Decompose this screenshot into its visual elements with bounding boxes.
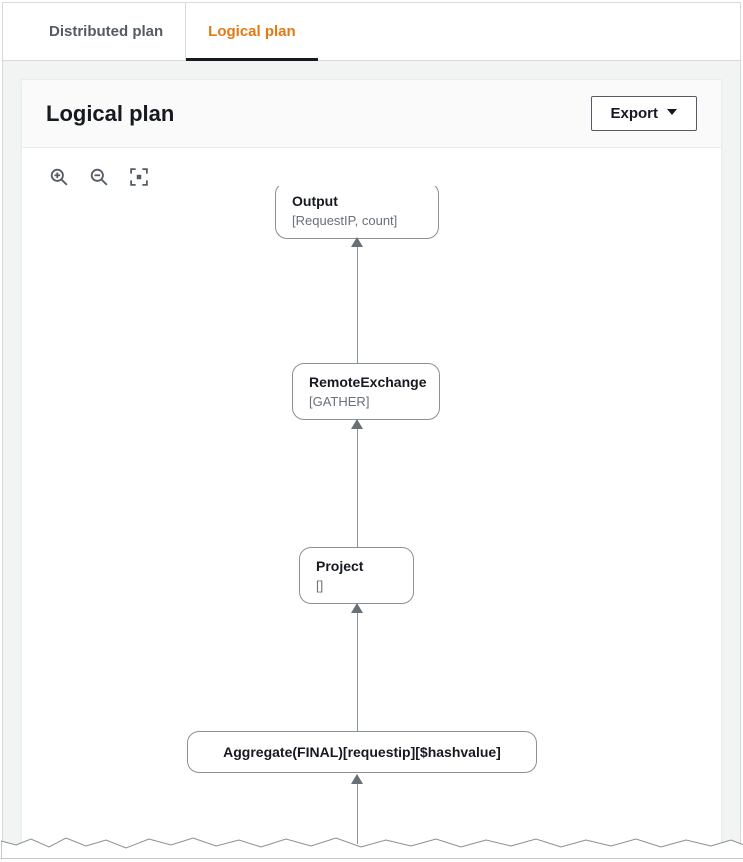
caret-down-icon	[666, 105, 678, 122]
edge-line	[357, 247, 358, 363]
node-subtitle: [RequestIP, count]	[292, 213, 422, 228]
fit-screen-icon[interactable]	[130, 168, 148, 186]
node-output[interactable]: Output [RequestIP, count]	[275, 186, 439, 239]
edge-line	[357, 429, 358, 547]
diagram-canvas[interactable]: Output [RequestIP, count] RemoteExchange…	[22, 186, 721, 856]
node-title: Aggregate(FINAL)[requestip][$hashvalue]	[204, 744, 520, 760]
node-subtitle: [GATHER]	[309, 394, 423, 409]
tab-distributed-plan[interactable]: Distributed plan	[27, 3, 186, 60]
node-title: RemoteExchange	[309, 374, 423, 390]
app-frame: Distributed plan Logical plan Logical pl…	[2, 2, 741, 858]
edge-line	[357, 784, 358, 844]
node-subtitle: []	[316, 578, 397, 593]
zoom-in-icon[interactable]	[50, 168, 68, 186]
zoom-out-icon[interactable]	[90, 168, 108, 186]
export-button-label: Export	[610, 105, 658, 122]
node-project[interactable]: Project []	[299, 547, 414, 604]
edge-arrowhead-icon	[351, 603, 363, 613]
logical-plan-panel: Logical plan Export	[21, 79, 722, 857]
tab-label: Distributed plan	[49, 23, 163, 40]
edge-line	[357, 613, 358, 731]
node-title: Output	[292, 193, 422, 209]
page-title: Logical plan	[46, 101, 174, 127]
edge-arrowhead-icon	[351, 774, 363, 784]
node-aggregate[interactable]: Aggregate(FINAL)[requestip][$hashvalue]	[187, 731, 537, 773]
diagram-toolbar	[22, 148, 721, 186]
export-button[interactable]: Export	[591, 96, 697, 131]
panel-header: Logical plan Export	[22, 80, 721, 148]
node-title: Project	[316, 558, 397, 574]
tab-logical-plan[interactable]: Logical plan	[186, 3, 318, 60]
tab-bar: Distributed plan Logical plan	[3, 3, 740, 61]
content-area: Logical plan Export	[3, 61, 740, 857]
node-remote-exchange[interactable]: RemoteExchange [GATHER]	[292, 363, 440, 420]
edge-arrowhead-icon	[351, 237, 363, 247]
edge-arrowhead-icon	[351, 419, 363, 429]
tab-label: Logical plan	[208, 23, 296, 40]
